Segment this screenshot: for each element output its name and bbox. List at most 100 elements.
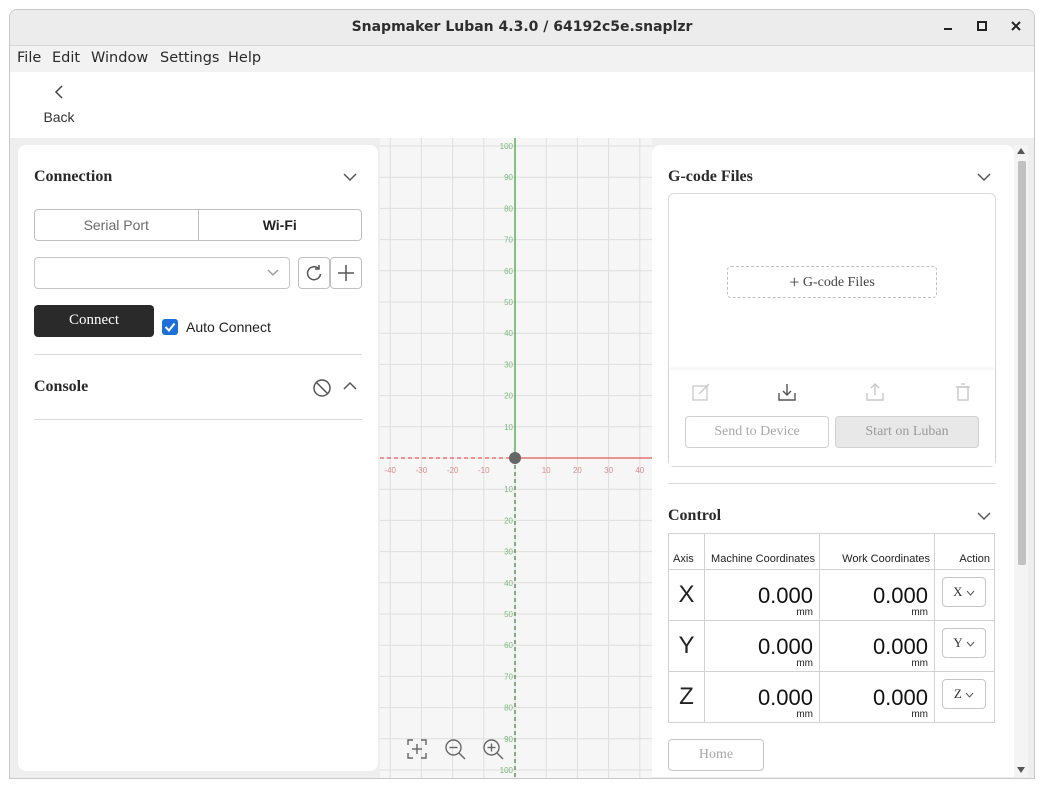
axis-action-dropdown[interactable]: Z: [942, 679, 986, 709]
title-bar: Snapmaker Luban 4.3.0 / 64192c5e.snaplzr: [10, 10, 1034, 46]
chevron-down-icon: [966, 641, 974, 647]
origin-marker: [509, 452, 521, 464]
y-tick-label: 40: [504, 329, 513, 338]
download-icon[interactable]: [777, 382, 797, 402]
scroll-down-icon[interactable]: [1017, 767, 1025, 773]
window-title: Snapmaker Luban 4.3.0 / 64192c5e.snaplzr: [351, 19, 693, 35]
plus-icon: +: [789, 272, 800, 292]
refresh-button[interactable]: [298, 257, 330, 289]
control-title: Control: [668, 507, 722, 524]
close-icon: [1011, 21, 1021, 31]
y-tick-label: 30: [504, 548, 513, 557]
connection-title: Connection: [34, 168, 113, 185]
y-tick-label: 10: [504, 485, 513, 494]
axis-action-dropdown[interactable]: Y: [942, 628, 986, 658]
right-panel-scrollbar[interactable]: [1014, 145, 1028, 777]
chevron-down-icon[interactable]: [977, 170, 991, 184]
back-button[interactable]: Back: [34, 84, 84, 125]
work-value: 0.000: [872, 685, 928, 710]
machine-coordinate-cell: 0.000 mm: [704, 569, 820, 621]
unit-label: mm: [911, 658, 928, 669]
y-tick-label: 60: [504, 267, 513, 276]
work-coordinate-cell: 0.000 mm: [819, 569, 935, 621]
menu-settings[interactable]: Settings: [160, 50, 219, 66]
chevron-down-icon[interactable]: [343, 170, 357, 184]
chevron-down-icon: [267, 269, 279, 276]
divider: [34, 419, 362, 420]
add-device-button[interactable]: [330, 257, 362, 289]
chevron-down-icon[interactable]: [977, 509, 991, 523]
y-tick-label: 60: [504, 641, 513, 650]
unit-label: mm: [796, 607, 813, 618]
y-tick-label: 20: [504, 516, 513, 525]
back-label: Back: [43, 109, 75, 125]
work-value: 0.000: [872, 634, 928, 659]
start-on-luban-button[interactable]: Start on Luban: [835, 416, 979, 448]
home-button[interactable]: Home: [668, 739, 764, 771]
close-button[interactable]: [1006, 18, 1026, 38]
app-window: Snapmaker Luban 4.3.0 / 64192c5e.snaplzr…: [9, 9, 1035, 779]
edit-icon[interactable]: [691, 382, 711, 402]
table-header-row: Axis Machine Coordinates Work Coordinate…: [668, 533, 995, 570]
x-tick-label: -40: [384, 466, 396, 475]
minimize-button[interactable]: [938, 18, 958, 38]
x-tick-label: 30: [604, 466, 613, 475]
y-tick-label: 90: [504, 173, 513, 182]
x-tick-label: -20: [447, 466, 459, 475]
maximize-button[interactable]: [972, 18, 992, 38]
workspace-canvas[interactable]: 100 90 80 70 60 50 40 30 20 10 10 20 30 40 50 60 70 80 90 1…: [380, 138, 652, 778]
unit-label: mm: [911, 607, 928, 618]
export-icon[interactable]: [865, 382, 885, 402]
connect-button[interactable]: Connect: [34, 305, 154, 337]
zoom-out-icon[interactable]: [444, 738, 466, 760]
zoom-in-icon[interactable]: [482, 738, 504, 760]
tab-serial-port[interactable]: Serial Port: [35, 210, 199, 240]
fit-view-icon[interactable]: [406, 738, 428, 760]
x-tick-label: -10: [478, 466, 490, 475]
action-label: Z: [953, 686, 962, 701]
action-cell: X: [934, 569, 995, 621]
menu-help[interactable]: Help: [228, 50, 261, 66]
clear-console-icon[interactable]: [312, 378, 332, 398]
trash-icon[interactable]: [953, 382, 973, 402]
y-tick-label: 70: [504, 236, 513, 245]
send-to-device-button[interactable]: Send to Device: [685, 416, 829, 448]
menu-edit[interactable]: Edit: [52, 50, 80, 66]
y-tick-label: 50: [504, 610, 513, 619]
work-value: 0.000: [872, 583, 928, 608]
chevron-up-icon[interactable]: [343, 379, 357, 393]
header-axis: Axis: [668, 533, 705, 570]
scrollbar-thumb[interactable]: [1018, 161, 1026, 565]
unit-label: mm: [911, 709, 928, 720]
menu-bar: File Edit Window Settings Help: [10, 46, 1034, 72]
tab-wifi[interactable]: Wi-Fi: [199, 210, 362, 240]
menu-window[interactable]: Window: [91, 50, 148, 66]
console-title: Console: [34, 378, 89, 395]
divider: [34, 354, 362, 355]
action-label: X: [953, 584, 963, 599]
axis-label: X: [668, 569, 705, 621]
unit-label: mm: [796, 709, 813, 720]
add-gcode-button[interactable]: + G-code Files: [727, 266, 937, 298]
y-tick-label: 90: [504, 735, 513, 744]
scroll-up-icon[interactable]: [1017, 148, 1025, 154]
divider: [668, 483, 996, 484]
y-tick-label: 30: [504, 360, 513, 369]
header-machine-coordinates: Machine Coordinates: [704, 533, 820, 570]
add-gcode-label: G-code Files: [802, 275, 875, 290]
auto-connect-checkbox[interactable]: [162, 319, 178, 335]
device-select[interactable]: [34, 257, 290, 289]
axis-label: Y: [668, 620, 705, 672]
axis-label: Z: [668, 671, 705, 723]
y-tick-label: 40: [504, 579, 513, 588]
axis-action-dropdown[interactable]: X: [942, 577, 986, 607]
table-row: Y 0.000 mm 0.000 mm Y: [668, 620, 995, 672]
workspace: Connection Serial Port Wi-Fi Connect Aut…: [10, 138, 1034, 778]
action-cell: Y: [934, 620, 995, 672]
coordinate-grid: 100 90 80 70 60 50 40 30 20 10 10 20 30 40 50 60 70 80 90 1…: [380, 138, 652, 778]
menu-file[interactable]: File: [17, 50, 41, 66]
header-work-coordinates: Work Coordinates: [819, 533, 935, 570]
refresh-icon: [306, 265, 322, 281]
table-row: X 0.000 mm 0.000 mm X: [668, 569, 995, 621]
maximize-icon: [977, 21, 987, 31]
